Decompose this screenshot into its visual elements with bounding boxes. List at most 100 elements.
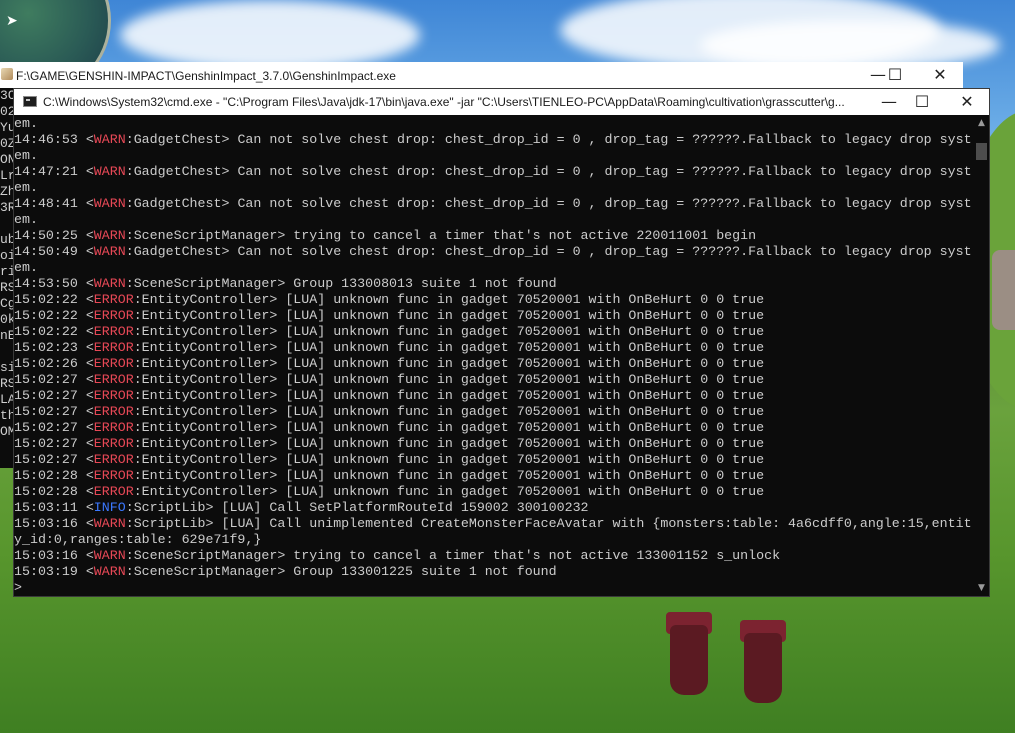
log-level: ERROR — [93, 388, 134, 403]
console-line: 15:02:28 <ERROR:EntityController> [LUA] … — [14, 484, 974, 500]
console-line: em. — [14, 148, 974, 164]
console-line: 15:02:27 <ERROR:EntityController> [LUA] … — [14, 372, 974, 388]
log-timestamp: 14:46:53 < — [14, 132, 94, 147]
log-timestamp: 14:53:50 < — [14, 276, 94, 291]
log-timestamp: 15:02:27 < — [14, 452, 94, 467]
console-titlebar[interactable]: C:\Windows\System32\cmd.exe - "C:\Progra… — [14, 89, 989, 115]
log-timestamp: 15:02:22 < — [14, 324, 94, 339]
log-timestamp: 15:02:27 < — [14, 404, 94, 419]
console-close-button[interactable]: ✕ — [944, 89, 990, 115]
cmd-console-window[interactable]: C:\Windows\System32\cmd.exe - "C:\Progra… — [13, 88, 990, 597]
console-maximize-button[interactable]: ☐ — [899, 89, 945, 115]
log-timestamp: 15:02:22 < — [14, 308, 94, 323]
side-strip-line: oi — [0, 248, 13, 263]
side-strip-line: RS — [0, 280, 13, 295]
console-line: 14:50:25 <WARN:SceneScriptManager> tryin… — [14, 228, 974, 244]
log-level: WARN — [93, 548, 126, 563]
log-message: Can not solve chest drop: chest_drop_id … — [237, 132, 972, 147]
side-strip-line: LA — [0, 392, 13, 407]
log-message: [LUA] unknown func in gadget 70520001 wi… — [285, 404, 765, 419]
log-message: trying to cancel a timer that's not acti… — [293, 228, 757, 243]
log-timestamp: 14:48:41 < — [14, 196, 94, 211]
character-boot — [744, 633, 782, 703]
side-strip-line: ub — [0, 232, 13, 247]
log-source: :GadgetChest> — [125, 164, 238, 179]
console-line: 15:03:16 <WARN:SceneScriptManager> tryin… — [14, 548, 974, 564]
log-timestamp: 15:03:19 < — [14, 564, 94, 579]
console-line: 15:02:27 <ERROR:EntityController> [LUA] … — [14, 388, 974, 404]
side-strip-line — [0, 344, 13, 360]
log-timestamp: em. — [14, 116, 38, 131]
log-timestamp: 15:02:27 < — [14, 388, 94, 403]
log-level: WARN — [93, 164, 126, 179]
log-timestamp: 14:47:21 < — [14, 164, 94, 179]
log-source: :EntityController> — [133, 308, 286, 323]
log-message: Group 133008013 suite 1 not found — [293, 276, 557, 291]
log-source: :GadgetChest> — [125, 244, 238, 259]
console-line: em. — [14, 180, 974, 196]
console-line: 15:02:22 <ERROR:EntityController> [LUA] … — [14, 308, 974, 324]
side-strip-line — [0, 216, 13, 232]
side-strip-line: si — [0, 360, 13, 375]
log-level: ERROR — [93, 468, 134, 483]
log-message: [LUA] unknown func in gadget 70520001 wi… — [285, 340, 765, 355]
log-message: [LUA] unknown func in gadget 70520001 wi… — [285, 324, 765, 339]
log-source: :EntityController> — [133, 420, 286, 435]
log-level: WARN — [93, 516, 126, 531]
console-line: 14:46:53 <WARN:GadgetChest> Can not solv… — [14, 132, 974, 148]
scroll-thumb[interactable] — [976, 143, 987, 160]
log-message: Can not solve chest drop: chest_drop_id … — [237, 196, 972, 211]
genshin-window-title: F:\GAME\GENSHIN-IMPACT\GenshinImpact_3.7… — [16, 69, 396, 83]
log-timestamp: 15:02:23 < — [14, 340, 94, 355]
log-source: :EntityController> — [133, 452, 286, 467]
log-timestamp: 15:03:16 < — [14, 516, 94, 531]
log-level: ERROR — [93, 452, 134, 467]
console-output[interactable]: em. 14:46:53 <WARN:GadgetChest> Can not s… — [14, 116, 974, 596]
log-level: WARN — [93, 196, 126, 211]
side-strip-line: 02 — [0, 104, 13, 119]
log-level: ERROR — [93, 484, 134, 499]
scroll-down-icon[interactable]: ▼ — [974, 581, 989, 596]
log-timestamp: 14:50:25 < — [14, 228, 94, 243]
log-source: :EntityController> — [133, 436, 286, 451]
log-level: ERROR — [93, 372, 134, 387]
log-message: Can not solve chest drop: chest_drop_id … — [237, 244, 972, 259]
side-strip-line: ri — [0, 264, 13, 279]
side-strip-line: nE — [0, 328, 13, 343]
log-timestamp: 15:02:27 < — [14, 436, 94, 451]
log-level: ERROR — [93, 420, 134, 435]
log-level: WARN — [93, 276, 126, 291]
log-level: ERROR — [93, 340, 134, 355]
log-message: [LUA] unknown func in gadget 70520001 wi… — [285, 484, 765, 499]
close-button[interactable]: ✕ — [917, 62, 963, 88]
side-strip-line: Zh — [0, 184, 13, 199]
log-source: :SceneScriptManager> — [125, 548, 294, 563]
console-line: 15:03:11 <INFO:ScriptLib> [LUA] Call Set… — [14, 500, 974, 516]
log-timestamp: y_id:0,ranges:table: 629e71f9,} — [14, 532, 262, 547]
cloud — [120, 0, 420, 70]
console-line: 15:02:27 <ERROR:EntityController> [LUA] … — [14, 452, 974, 468]
genshin-window-titlebar[interactable]: F:\GAME\GENSHIN-IMPACT\GenshinImpact_3.7… — [0, 62, 963, 89]
vertical-scrollbar[interactable]: ▲ ▼ — [974, 116, 989, 596]
console-line: 15:02:27 <ERROR:EntityController> [LUA] … — [14, 420, 974, 436]
console-line: 15:02:28 <ERROR:EntityController> [LUA] … — [14, 468, 974, 484]
console-line: em. — [14, 212, 974, 228]
scroll-up-icon[interactable]: ▲ — [974, 116, 989, 131]
console-line: 15:02:27 <ERROR:EntityController> [LUA] … — [14, 404, 974, 420]
log-level: ERROR — [93, 436, 134, 451]
log-level: WARN — [93, 132, 126, 147]
log-message: [LUA] unknown func in gadget 70520001 wi… — [285, 388, 765, 403]
log-timestamp: 14:50:49 < — [14, 244, 94, 259]
log-message: [LUA] Call unimplemented CreateMonsterFa… — [221, 516, 972, 531]
side-strip-line: Lr — [0, 168, 13, 183]
console-line: y_id:0,ranges:table: 629e71f9,} — [14, 532, 974, 548]
log-message: Group 133001225 suite 1 not found — [293, 564, 557, 579]
maximize-button[interactable]: ☐ — [872, 62, 918, 88]
genshin-app-icon — [1, 68, 13, 80]
log-message: [LUA] unknown func in gadget 70520001 wi… — [285, 452, 765, 467]
log-source: :GadgetChest> — [125, 132, 238, 147]
console-line: 15:02:23 <ERROR:EntityController> [LUA] … — [14, 340, 974, 356]
side-strip-line: OM — [0, 424, 13, 439]
log-level: ERROR — [93, 292, 134, 307]
log-level: WARN — [93, 228, 126, 243]
